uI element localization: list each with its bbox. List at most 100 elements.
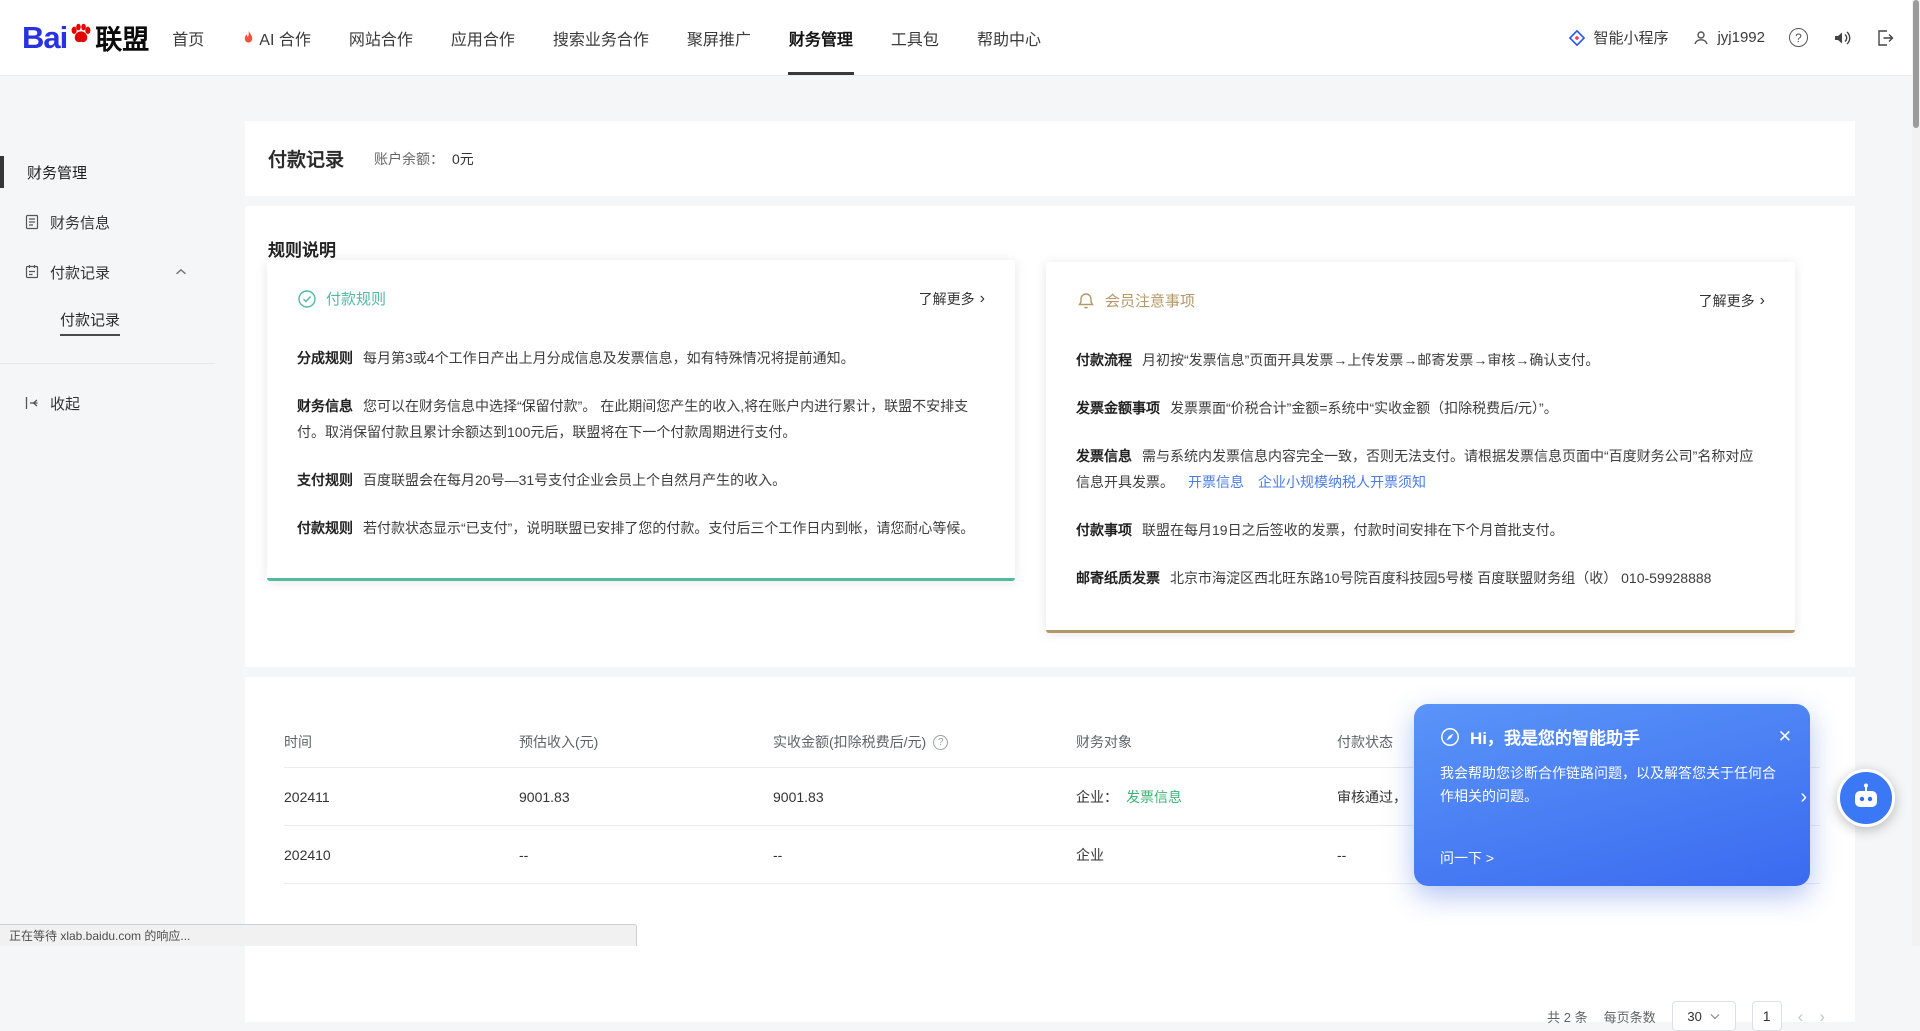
payment-rules-icon [297, 289, 317, 309]
cell-actual-amount: 9001.83 [773, 789, 1076, 805]
notice-paragraph: 付款流程月初按“发票信息”页面开具发票→上传发票→邮寄发票→审核→确认支付。 [1076, 347, 1765, 373]
account-balance: 账户余额： 0元 [374, 149, 474, 169]
rule-paragraph: 支付规则百度联盟会在每月20号—31号支付企业会员上个自然月产生的收入。 [297, 467, 985, 493]
cell-finance-object: 企业： 发票信息 [1076, 787, 1337, 807]
total-count: 共 2 条 [1547, 1007, 1587, 1026]
logout-icon[interactable] [1876, 29, 1894, 47]
miniapp-entry[interactable]: 智能小程序 [1568, 27, 1668, 48]
miniapp-icon [1568, 29, 1586, 47]
sidebar-collapse-button[interactable]: 收起 [0, 378, 245, 428]
col-header-time: 时间 [284, 732, 519, 752]
compass-icon [1440, 727, 1460, 747]
logo-text-bai: Bai [22, 20, 67, 56]
assistant-title: Hi，我是您的智能助手 [1470, 724, 1640, 749]
speaker-icon[interactable] [1832, 29, 1852, 47]
cell-finance-object: 企业 [1076, 845, 1337, 865]
sidebar-section-finance-management[interactable]: 财务管理 [0, 147, 245, 197]
sidebar: 财务管理 财务信息 付款记录 付款记录 收起 [0, 76, 245, 946]
page-size-select[interactable]: 30 [1672, 1001, 1736, 1031]
flame-icon [242, 30, 255, 46]
sidebar-item-finance-info[interactable]: 财务信息 [0, 197, 245, 247]
nav-item-app-cooperation[interactable]: 应用合作 [432, 0, 534, 75]
rules-section-title: 规则说明 [268, 236, 336, 261]
notice-paragraph: 发票金额事项发票票面“价税合计”金额=系统中“实收金额（扣除税费后/元）”。 [1076, 395, 1765, 421]
assistant-popup: Hi，我是您的智能助手 ✕ 我会帮助您诊断合作链路问题，以及解答您关于任何合作相… [1414, 704, 1810, 886]
navbar-right-group: 智能小程序 jyj1992 ? [1568, 27, 1894, 48]
nav-item-finance-management[interactable]: 财务管理 [770, 0, 872, 75]
chevron-up-icon [175, 268, 187, 276]
collapse-icon [24, 395, 40, 411]
sidebar-item-payment-records[interactable]: 付款记录 [0, 247, 245, 297]
page-header-band: 付款记录 账户余额： 0元 [245, 121, 1855, 196]
sidebar-divider [0, 363, 215, 364]
assistant-expand-icon[interactable]: › [1800, 786, 1807, 809]
member-notice-icon [1076, 291, 1096, 311]
member-notice-card-title: 会员注意事项 [1105, 290, 1195, 311]
rule-paragraph: 财务信息您可以在财务信息中选择“保留付款”。 在此期间您产生的收入,将在账户内进… [297, 393, 985, 445]
user-account[interactable]: jyj1992 [1692, 29, 1765, 47]
assistant-body: 我会帮助您诊断合作链路问题，以及解答您关于任何合作相关的问题。 [1414, 749, 1810, 808]
user-icon [1692, 29, 1710, 47]
cell-actual-amount: -- [773, 847, 1076, 863]
main-nav: 首页 AI 合作 网站合作 应用合作 搜索业务合作 聚屏推广 财务管理 工具包 … [153, 0, 1060, 75]
question-mark-icon[interactable]: ? [933, 735, 948, 750]
nav-item-ai-cooperation[interactable]: AI 合作 [223, 0, 330, 75]
col-header-actual-amount: 实收金额(扣除税费后/元) ? [773, 732, 1076, 752]
next-page-button[interactable]: › [1819, 1008, 1825, 1025]
small-taxpayer-notice-link[interactable]: 企业小规模纳税人开票须知 [1258, 474, 1426, 490]
top-navbar: Bai 联盟 首页 AI 合作 网站合作 应用合作 搜索业务合作 聚屏推广 财务… [0, 0, 1920, 76]
paw-icon [69, 23, 93, 45]
prev-page-button[interactable]: ‹ [1798, 1008, 1804, 1025]
payment-rules-card-body: 分成规则每月第3或4个工作日产出上月分成信息及发票信息，如有特殊情况将提前通知。… [267, 309, 1015, 541]
payment-rules-more-link[interactable]: 了解更多› [919, 289, 985, 309]
status-text: 正在等待 xlab.baidu.com 的响应... [9, 927, 190, 944]
browser-status-bar: 正在等待 xlab.baidu.com 的响应... [0, 924, 637, 946]
nav-item-screen-promotion[interactable]: 聚屏推广 [668, 0, 770, 75]
notice-paragraph: 发票信息需与系统内发票信息内容完全一致，否则无法支付。请根据发票信息页面中“百度… [1076, 443, 1765, 495]
cell-time: 202410 [284, 847, 519, 863]
notice-paragraph: 邮寄纸质发票北京市海淀区西北旺东路10号院百度科技园5号楼 百度联盟财务组（收）… [1076, 565, 1765, 591]
payment-records-icon [24, 264, 40, 280]
member-notice-card: 会员注意事项 了解更多› 付款流程月初按“发票信息”页面开具发票→上传发票→邮寄… [1046, 262, 1795, 633]
member-notice-card-body: 付款流程月初按“发票信息”页面开具发票→上传发票→邮寄发票→审核→确认支付。 发… [1046, 311, 1795, 591]
payment-rules-card-title: 付款规则 [326, 288, 386, 309]
scrollbar-track[interactable] [1912, 0, 1920, 946]
finance-info-icon [24, 214, 40, 230]
member-notice-card-header: 会员注意事项 了解更多› [1046, 262, 1795, 311]
payment-rules-card: 付款规则 了解更多› 分成规则每月第3或4个工作日产出上月分成信息及发票信息，如… [267, 260, 1015, 581]
assistant-ask-link[interactable]: 问一下 > [1440, 848, 1494, 868]
help-icon[interactable]: ? [1789, 28, 1808, 47]
page-title: 付款记录 [268, 145, 344, 172]
chevron-down-icon [1710, 1013, 1720, 1020]
invoice-info-link[interactable]: 发票信息 [1126, 787, 1182, 807]
current-page-button[interactable]: 1 [1752, 1001, 1782, 1031]
payment-rules-card-header: 付款规则 了解更多› [267, 260, 1015, 309]
balance-label: 账户余额： [374, 149, 444, 169]
member-notice-more-link[interactable]: 了解更多› [1699, 291, 1765, 311]
nav-item-toolkit[interactable]: 工具包 [872, 0, 958, 75]
robot-icon [1849, 781, 1883, 815]
cell-time: 202411 [284, 789, 519, 805]
close-icon[interactable]: ✕ [1778, 728, 1792, 745]
rules-section: 规则说明 付款规则 了解更多› 分成规则每月第3或4个工作日产出上月分成信息及发… [245, 206, 1855, 667]
nav-item-help-center[interactable]: 帮助中心 [958, 0, 1060, 75]
rule-paragraph: 付款规则若付款状态显示“已支付”，说明联盟已安排了您的付款。支付后三个工作日内到… [297, 515, 985, 541]
col-header-estimated-income: 预估收入(元) [519, 732, 773, 752]
cell-estimated-income: -- [519, 847, 773, 863]
nav-item-search-cooperation[interactable]: 搜索业务合作 [534, 0, 668, 75]
col-header-finance-object: 财务对象 [1076, 732, 1337, 752]
notice-paragraph: 付款事项联盟在每月19日之后签收的发票，付款时间安排在下个月首批支付。 [1076, 517, 1765, 543]
logo-text-union: 联盟 [95, 18, 149, 57]
assistant-header: Hi，我是您的智能助手 ✕ [1414, 704, 1810, 749]
invoice-open-info-link[interactable]: 开票信息 [1188, 474, 1244, 490]
nav-item-website-cooperation[interactable]: 网站合作 [330, 0, 432, 75]
rule-paragraph: 分成规则每月第3或4个工作日产出上月分成信息及发票信息，如有特殊情况将提前通知。 [297, 345, 985, 371]
sidebar-subitem-payment-records[interactable]: 付款记录 [0, 297, 245, 347]
robot-assistant-button[interactable] [1837, 769, 1895, 827]
scrollbar-thumb[interactable] [1913, 0, 1919, 128]
baidu-union-logo[interactable]: Bai 联盟 [22, 18, 149, 57]
page-size-label: 每页条数 [1604, 1007, 1656, 1026]
chevron-right-icon: › [1760, 293, 1765, 309]
nav-item-home[interactable]: 首页 [153, 0, 223, 75]
chevron-right-icon: › [980, 291, 985, 307]
